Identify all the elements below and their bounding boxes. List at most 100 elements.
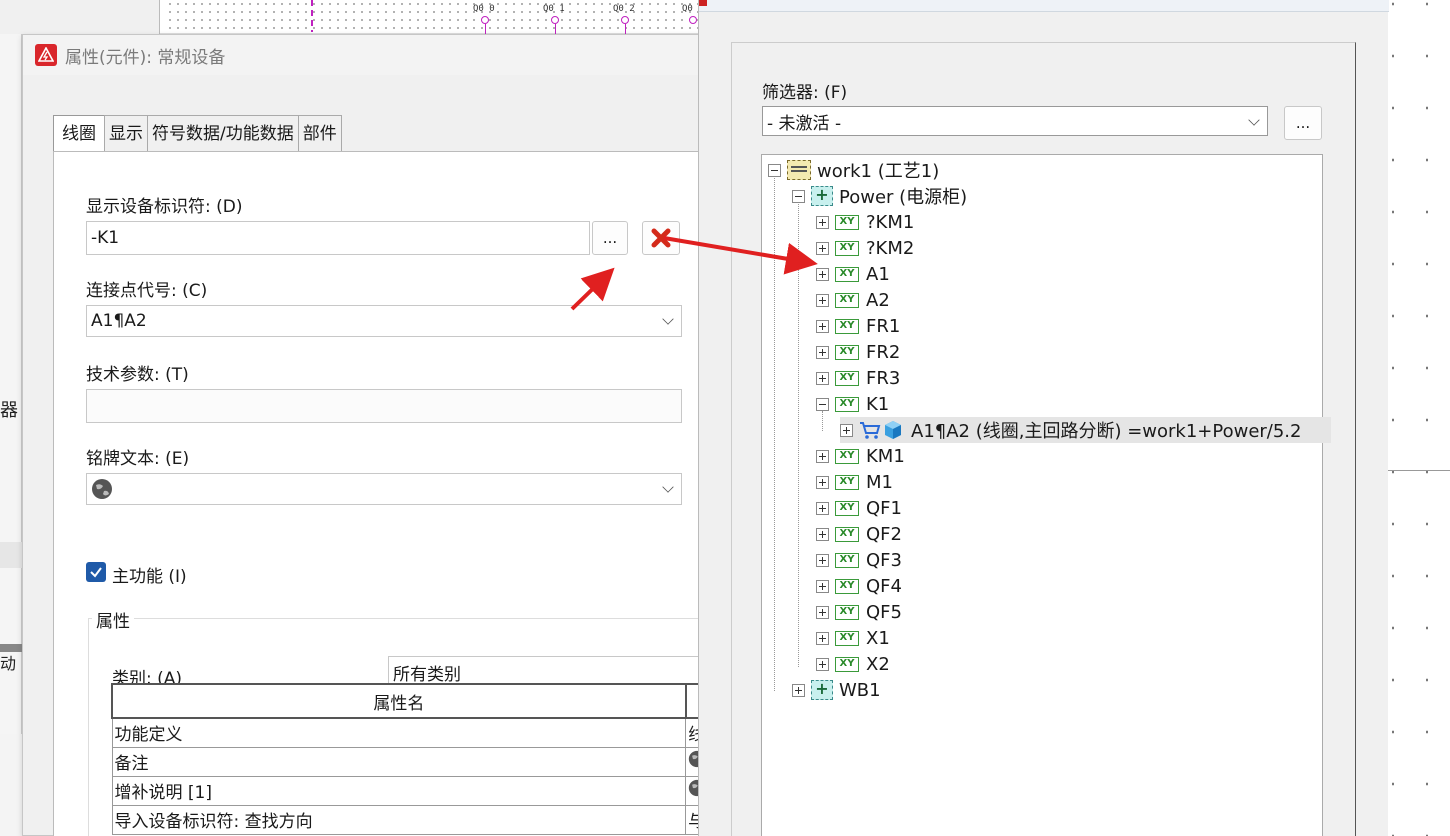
device-tag-input[interactable]: -K1 [86,221,590,255]
tree-node-function-selected[interactable]: A1¶A2 (线圈,主回路分断) =work1+Power/5.2 [840,417,1332,443]
tree-node-wb1[interactable]: + WB1 [792,677,881,703]
connection-point [621,16,629,24]
tree-node-label: X1 [866,627,890,649]
dialog-topbar [699,0,1389,12]
tree-node-device[interactable]: XY A1 [816,261,890,287]
tree-node-label: FR2 [866,341,901,363]
panel-text: 器 [0,400,18,421]
expand-icon[interactable] [816,501,829,515]
expand-icon[interactable] [816,319,829,333]
tree-node-device[interactable]: XY QF4 [816,573,902,599]
collapse-icon[interactable] [792,189,805,203]
properties-dialog: 属性(元件): 常规设备 线圈 显示 符号数据/功能数据 部件 显示设备标识符:… [22,34,728,836]
column-header-property-name[interactable]: 属性名 [111,683,687,719]
expand-icon[interactable] [816,553,829,567]
chevron-down-icon[interactable] [662,313,674,325]
location-icon: + [811,186,833,206]
expand-icon[interactable] [816,657,829,671]
expand-icon[interactable] [816,475,829,489]
cube-icon [885,421,901,439]
tree-node-device[interactable]: XY M1 [816,469,893,495]
clear-button[interactable] [642,221,680,255]
properties-table: 属性名 功能定义 线 备注 增补说明 [1] 导入设备标识符: 查找方向 与 [111,683,712,835]
connection-combo[interactable]: A1¶A2 [86,305,682,337]
tree-node-label: A1¶A2 (线圈,主回路分断) =work1+Power/5.2 [911,421,1302,442]
tree-node-device[interactable]: XY FR3 [816,365,900,391]
table-row[interactable]: 功能定义 线 [111,717,711,748]
checkmark-icon [90,567,102,578]
tree-node-device-k1[interactable]: XY K1 [816,391,889,417]
tree-node-device[interactable]: XY FR1 [816,313,900,339]
nameplate-combo[interactable] [86,473,682,505]
connection-point [689,16,697,24]
filter-browse-button[interactable]: ... [1284,106,1322,140]
filter-combo[interactable]: - 未激活 - [762,106,1268,136]
tab-coil[interactable]: 线圈 [53,115,105,153]
cart-icon [860,422,881,439]
schematic-strip: Q0 0 Q0 1 Q0 2 Q0 [0,0,700,34]
expand-icon[interactable] [816,267,829,281]
device-xy-icon: XY [835,630,859,646]
table-row[interactable]: 备注 [111,746,711,777]
expand-icon[interactable] [840,423,853,437]
tree-node-device[interactable]: XY X1 [816,625,890,651]
q-label: Q0 [682,4,693,14]
device-xy-icon: XY [835,344,859,360]
tab-display[interactable]: 显示 [104,115,148,151]
chevron-down-icon[interactable] [1248,114,1260,126]
globe-icon [92,479,112,499]
right-schematic-canvas [1386,0,1450,836]
q-label: Q0 1 [543,4,565,14]
close-hint [699,0,707,6]
table-row[interactable]: 增补说明 [1] [111,775,711,806]
expand-icon[interactable] [816,527,829,541]
tree-node-device[interactable]: XY QF5 [816,599,902,625]
expand-icon[interactable] [816,631,829,645]
tree-node-device[interactable]: XY KM1 [816,443,905,469]
device-xy-icon: XY [835,578,859,594]
tab-parts[interactable]: 部件 [297,115,342,151]
collapse-icon[interactable] [768,163,781,177]
expand-icon[interactable] [816,605,829,619]
project-icon [787,160,811,180]
tree-node-device[interactable]: XY FR2 [816,339,900,365]
expand-icon[interactable] [816,449,829,463]
tree-node-device[interactable]: XY QF1 [816,495,902,521]
chevron-down-icon[interactable] [662,481,674,493]
tree-node-root[interactable]: work1 (工艺1) [768,157,939,183]
table-row[interactable]: 导入设备标识符: 查找方向 与 [111,804,711,835]
expand-icon[interactable] [816,241,829,255]
nameplate-label: 铭牌文本: (E) [86,449,190,469]
tree-node-device[interactable]: XY X2 [816,651,890,677]
device-xy-icon: XY [835,370,859,386]
expand-icon[interactable] [816,293,829,307]
tree-node-label: ?KM2 [866,237,915,259]
tech-params-input[interactable] [86,389,682,423]
device-xy-icon: XY [835,448,859,464]
tree-node-device[interactable]: XY QF2 [816,521,902,547]
toolbar-strip [0,0,160,34]
expand-icon[interactable] [816,371,829,385]
expand-icon[interactable] [816,579,829,593]
tab-symbol-data[interactable]: 符号数据/功能数据 [147,115,299,151]
expand-icon[interactable] [792,683,805,697]
divider [1386,470,1450,471]
connection-point [551,16,559,24]
tree-node-label: QF4 [866,575,902,597]
tree-node-power[interactable]: + Power (电源柜) [792,183,967,209]
tree-node-device[interactable]: XY QF3 [816,547,902,573]
location-icon: + [811,680,833,700]
q-label: Q0 2 [613,4,635,14]
expand-icon[interactable] [816,215,829,229]
property-name: 增补说明 [1] [111,775,687,806]
eplan-app-icon [35,44,57,66]
device-tree[interactable]: work1 (工艺1) + Power (电源柜) XY ?KM1 XY ?KM… [761,154,1332,836]
main-function-checkbox[interactable] [86,562,106,582]
tree-node-device[interactable]: XY A2 [816,287,890,313]
tree-node-device[interactable]: XY ?KM2 [816,235,914,261]
browse-button[interactable]: ... [592,221,628,255]
tree-node-device[interactable]: XY ?KM1 [816,209,914,235]
collapse-icon[interactable] [816,397,829,411]
connection-point [481,16,489,24]
expand-icon[interactable] [816,345,829,359]
